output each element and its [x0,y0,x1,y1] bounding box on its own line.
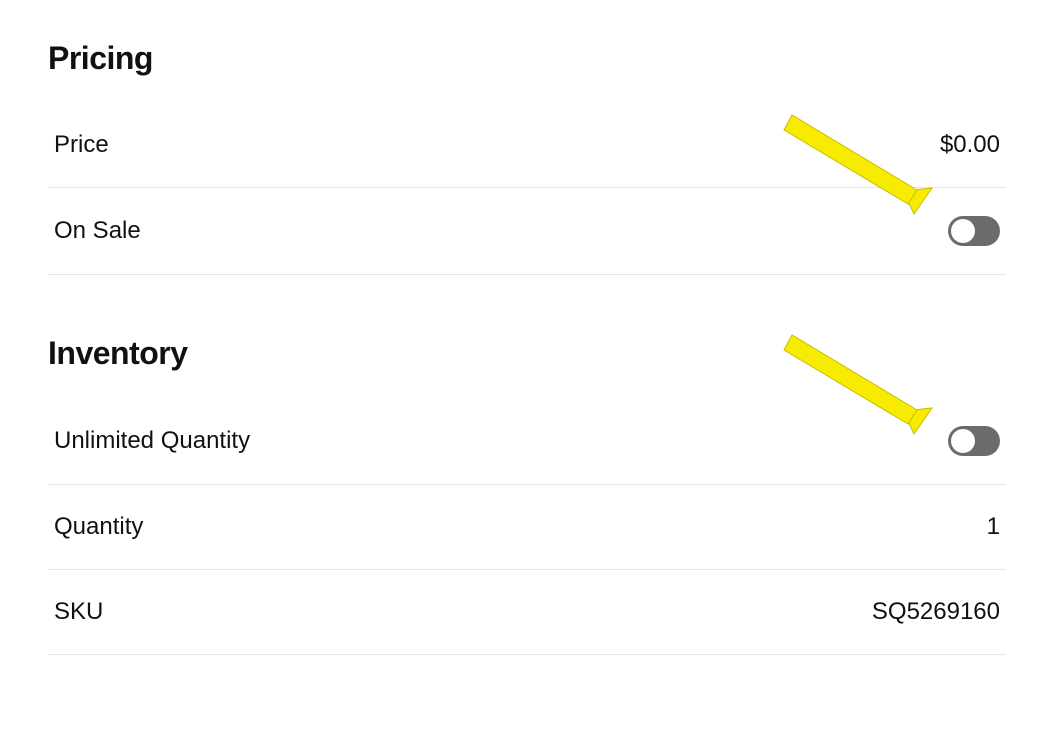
quantity-label: Quantity [54,513,143,541]
sku-value: SQ5269160 [872,598,1000,626]
sku-row[interactable]: SKU SQ5269160 [48,570,1006,655]
price-value: $0.00 [940,131,1000,159]
unlimited-quantity-toggle[interactable] [948,426,1000,456]
sku-label: SKU [54,598,103,626]
inventory-section: Inventory Unlimited Quantity Quantity 1 … [48,335,1006,655]
quantity-row[interactable]: Quantity 1 [48,485,1006,570]
on-sale-label: On Sale [54,217,141,245]
unlimited-quantity-label: Unlimited Quantity [54,427,250,455]
price-label: Price [54,131,109,159]
pricing-section: Pricing Price $0.00 On Sale [48,40,1006,275]
pricing-heading: Pricing [48,40,1006,77]
unlimited-quantity-row: Unlimited Quantity [48,408,1006,485]
on-sale-row: On Sale [48,188,1006,275]
on-sale-toggle[interactable] [948,216,1000,246]
quantity-value: 1 [987,513,1000,541]
price-row[interactable]: Price $0.00 [48,113,1006,188]
inventory-heading: Inventory [48,335,1006,372]
